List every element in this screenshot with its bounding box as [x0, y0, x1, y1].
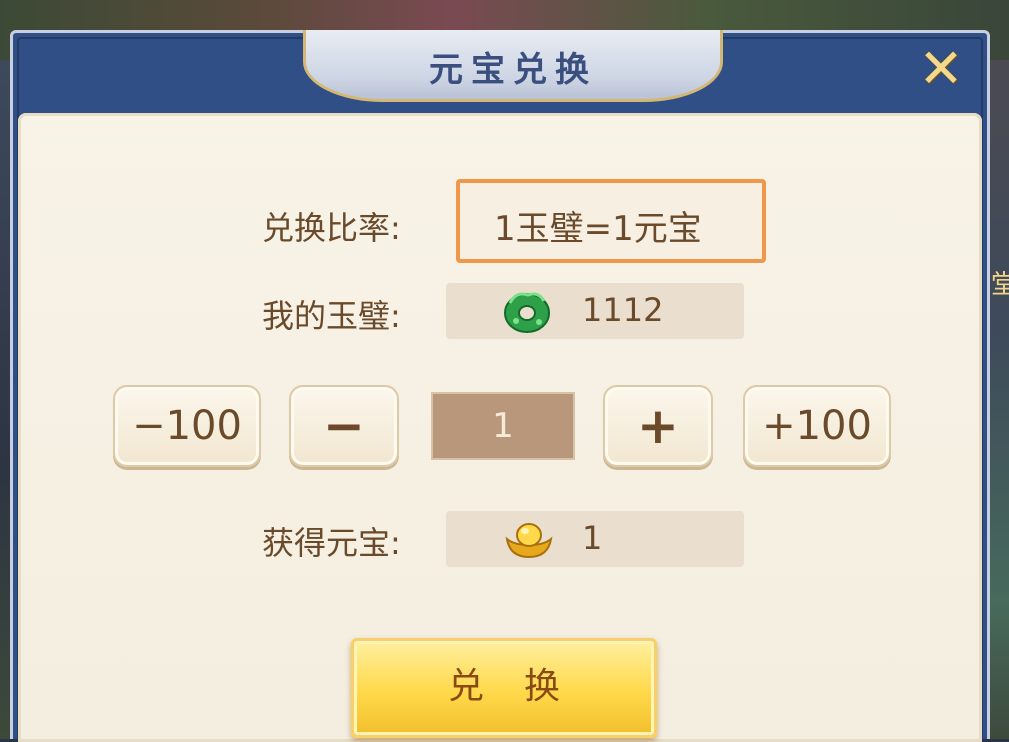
title-tab: 元宝兑换: [303, 30, 723, 102]
plus-button[interactable]: +: [603, 385, 713, 467]
rate-label: 兑换比率:: [262, 209, 401, 247]
minus-100-button[interactable]: −100: [113, 385, 261, 467]
gold-ingot-icon: [504, 517, 554, 561]
obtain-label: 获得元宝:: [262, 524, 401, 562]
my-jade-label: 我的玉璧:: [262, 297, 401, 335]
my-jade-box: 1112: [446, 283, 744, 339]
obtain-amount: 1: [582, 519, 603, 557]
jade-disc-icon: [502, 289, 552, 335]
dialog-title: 元宝兑换: [429, 50, 597, 90]
quantity-input[interactable]: 1: [431, 392, 575, 460]
rate-value-box: 1玉璧=1元宝: [456, 179, 766, 263]
background-edge-glyph: 堂: [991, 270, 1009, 300]
my-jade-amount: 1112: [582, 291, 664, 329]
exchange-button[interactable]: 兑换: [351, 638, 657, 738]
plus-100-button[interactable]: +100: [743, 385, 891, 467]
obtain-box: 1: [446, 511, 744, 567]
rate-value: 1玉璧=1元宝: [494, 209, 702, 249]
minus-button[interactable]: −: [289, 385, 399, 467]
content-panel: 兑换比率: 1玉璧=1元宝 我的玉璧: 1112 −100 − 1 + +100: [18, 113, 982, 742]
exchange-dialog: 元宝兑换 ✕ 兑换比率: 1玉璧=1元宝 我的玉璧: 1112 −100 − 1…: [10, 30, 990, 742]
close-button[interactable]: ✕: [915, 42, 967, 96]
